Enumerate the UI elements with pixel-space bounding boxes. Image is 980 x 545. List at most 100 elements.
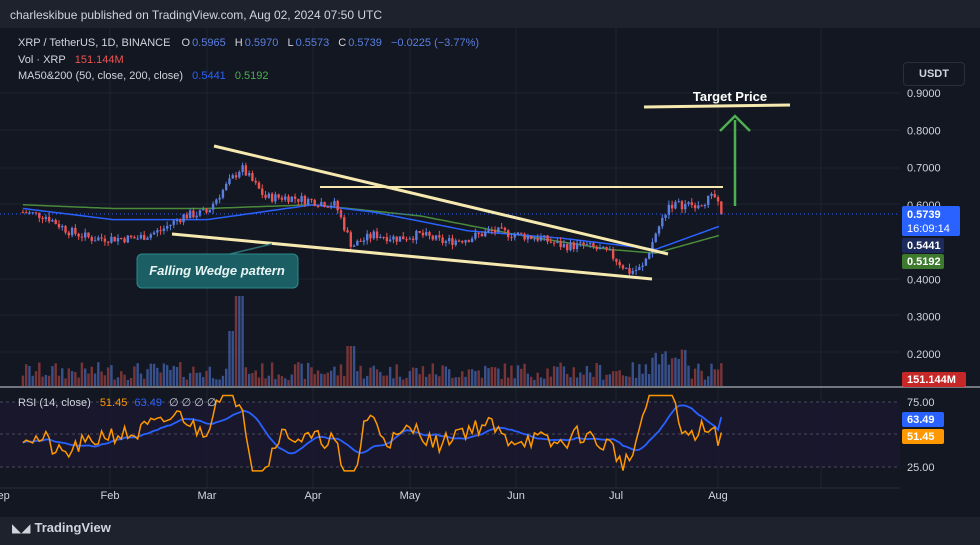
candle-body	[103, 238, 107, 242]
volume-bar	[493, 367, 497, 386]
candle-body	[70, 227, 74, 236]
volume-bar	[100, 371, 103, 386]
candle-body	[402, 236, 405, 240]
volume-bar	[523, 363, 526, 386]
candle-body	[605, 246, 608, 250]
candle-body	[323, 202, 326, 207]
legend-rsi-value: 51.45	[99, 397, 128, 409]
volume-bar	[697, 363, 700, 386]
volume-bar	[487, 368, 490, 386]
legend-ma-label: MA50&200 (50, close, 200, close)	[18, 70, 184, 82]
candle-body	[24, 212, 28, 214]
legend-open: 0.5965	[192, 37, 226, 49]
volume-bar	[556, 366, 559, 386]
candle-body	[598, 248, 602, 250]
candle-body	[238, 171, 241, 178]
volume-bar	[467, 369, 471, 386]
volume-bar	[375, 369, 379, 386]
candle-body	[57, 224, 61, 228]
x-tick-label: Jun	[507, 490, 525, 502]
volume-bar	[562, 366, 566, 386]
legend-rsi: RSI (14, close) 51.45 63.49 ∅ ∅ ∅ ∅	[18, 396, 219, 409]
legend-rsi-label: RSI (14, close)	[18, 397, 91, 409]
candle-body	[313, 199, 316, 206]
volume-bar	[51, 366, 54, 386]
candle-body	[490, 229, 493, 231]
candle-body	[182, 214, 185, 223]
volume-bar	[205, 370, 208, 386]
candle-body	[615, 258, 618, 262]
candle-body	[356, 240, 359, 246]
volume-bar	[97, 362, 100, 386]
candle-body	[169, 224, 172, 226]
countdown-tag: 16:09:14	[907, 223, 950, 235]
candle-body	[310, 199, 313, 201]
volume-bar	[552, 366, 556, 386]
candle-body	[159, 230, 162, 232]
volume-bar	[618, 370, 621, 386]
volume-bar	[647, 374, 651, 386]
y-tick-label: 0.2000	[907, 349, 941, 361]
volume-bar	[470, 369, 474, 386]
volume-bar	[152, 363, 156, 386]
candle-body	[690, 202, 694, 206]
candle-body	[477, 232, 480, 234]
volume-bar	[474, 370, 477, 386]
volume-bar	[631, 362, 634, 386]
x-tick-label: Apr	[304, 490, 321, 502]
volume-bar	[192, 366, 195, 386]
volume-bar	[379, 371, 382, 386]
x-tick-label: Jul	[609, 490, 623, 502]
candle-body	[224, 184, 228, 190]
candle-body	[90, 237, 93, 241]
volume-bar	[293, 364, 297, 386]
volume-bar	[251, 372, 254, 386]
volume-bar	[287, 379, 290, 386]
candle-body	[162, 228, 166, 231]
legend-ma50-value: 0.5441	[192, 70, 226, 82]
volume-bar	[290, 374, 293, 386]
volume-bar	[64, 378, 67, 386]
candle-body	[621, 265, 625, 269]
candle-body	[566, 244, 569, 251]
candle-body	[21, 212, 25, 214]
candle-body	[628, 267, 631, 274]
chart-area[interactable]: Target Price Falling Wedge pattern 0.900…	[0, 28, 980, 517]
x-tick-label: May	[400, 490, 421, 502]
volume-bar	[185, 379, 189, 386]
volume-bar	[297, 362, 300, 386]
volume-bar	[123, 374, 126, 386]
candle-body	[205, 209, 208, 213]
target-price-label: Target Price	[693, 89, 767, 104]
volume-bar	[546, 368, 549, 386]
candle-body	[61, 226, 64, 228]
volume-bar	[664, 351, 667, 386]
volume-bar	[162, 363, 166, 386]
volume-bar	[231, 331, 234, 386]
chart-svg[interactable]: Target Price Falling Wedge pattern 0.900…	[0, 28, 980, 517]
volume-bar	[329, 370, 333, 386]
candle-body	[44, 216, 48, 219]
last-price-tag: 0.5739	[907, 209, 941, 221]
candle-body	[457, 240, 461, 242]
candle-body	[336, 200, 339, 211]
candle-body	[421, 232, 425, 236]
candle-body	[569, 242, 572, 251]
volume-bar	[444, 366, 448, 386]
candle-body	[74, 227, 77, 234]
legend-ma200-value: 0.5192	[234, 70, 269, 82]
volume-bar	[346, 346, 349, 386]
volume-bar	[257, 377, 261, 386]
volume-bar	[680, 349, 684, 386]
tradingview-logo[interactable]: ◣◢ TradingView	[12, 520, 111, 535]
candle-body	[474, 232, 477, 239]
volume-bar	[159, 372, 162, 386]
rsi-tick-label: 25.00	[907, 462, 935, 474]
volume-bar	[202, 377, 205, 386]
currency-button[interactable]: USDT	[903, 62, 965, 86]
candle-body	[526, 235, 530, 240]
candle-body	[280, 197, 284, 200]
volume-bar	[47, 375, 51, 386]
volume-bar	[234, 296, 238, 386]
volume-bar	[592, 376, 595, 386]
